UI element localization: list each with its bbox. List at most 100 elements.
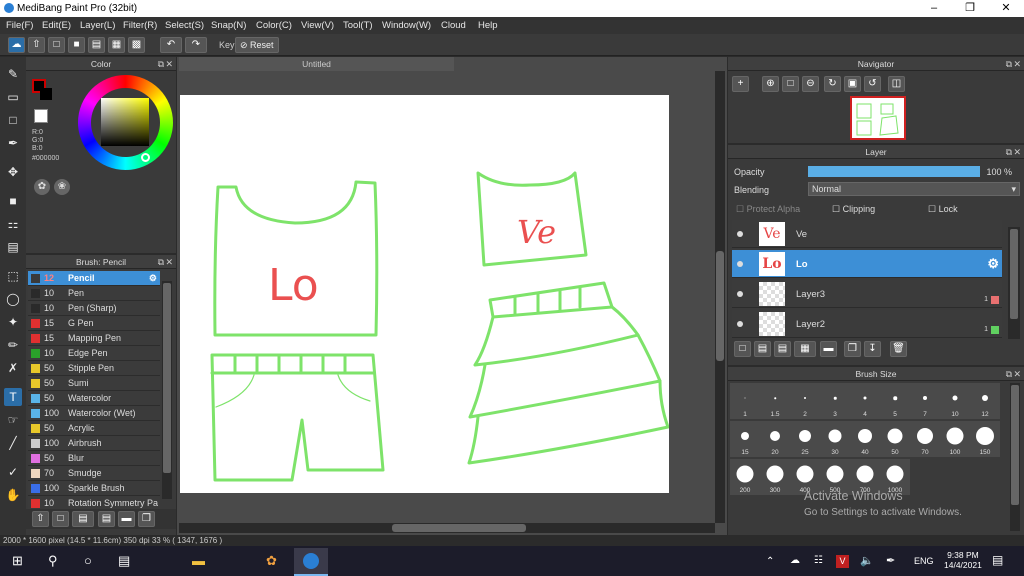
layer-scroll-thumb[interactable] [1010,229,1018,319]
menu-item[interactable]: Tool(T) [343,20,373,31]
fit-icon[interactable]: □ [782,76,799,92]
brush-scrollbar[interactable] [162,281,172,499]
close-panel-icon[interactable]: ✕ [165,57,173,71]
menu-item[interactable]: Color(C) [256,20,292,31]
layer-row[interactable]: Lo Lo ⚙ [732,250,1002,278]
maximize-button[interactable]: ❐ [952,0,988,17]
brush-list-item[interactable]: 10 Pen (Sharp) [28,301,160,316]
zoom-out-icon[interactable]: ⊖ [802,76,819,92]
eyedropper-icon[interactable]: ✓ [4,463,22,481]
brush-size-option[interactable]: 3 [820,383,850,419]
brush-size-option[interactable]: 30 [820,421,850,457]
select-pen-icon[interactable]: ✏ [4,336,22,354]
comment-icon[interactable]: □ [48,37,65,53]
lasso-tool-icon[interactable]: ◯ [4,290,22,308]
brush-size-option[interactable]: 70 [910,421,940,457]
task-view-icon[interactable]: ▤ [118,553,130,569]
clock[interactable]: 9:38 PM 14/4/2021 [944,550,982,570]
redo-button[interactable]: ↷ [185,37,207,53]
document-tab[interactable]: Untitled [179,57,454,71]
flip-h-icon[interactable]: ◫ [888,76,905,92]
brush-list-item[interactable]: 100 Airbrush [28,436,160,451]
menu-item[interactable]: Help [478,20,498,31]
brush-size-option[interactable]: 7 [910,383,940,419]
share-icon[interactable]: ⇧ [28,37,45,53]
brush-size-option[interactable]: 5 [880,383,910,419]
palette-icon[interactable]: ✿ [34,179,50,195]
delete-layer-icon[interactable]: 🗑 [890,341,907,357]
cortana-icon[interactable]: ○ [84,553,92,568]
undock-icon[interactable]: ⧉ [1006,145,1012,159]
gear-icon[interactable]: ⚙ [987,256,999,272]
merge-layer-icon[interactable]: ↧ [864,341,881,357]
canvas-paper[interactable]: Lo Ve [180,95,670,493]
brush-menu-icon[interactable]: ▤ [72,511,94,527]
brush-size-option[interactable]: 12 [970,383,1000,419]
grid-icon[interactable]: ▦ [108,37,125,53]
brush-folder-icon[interactable]: ▬ [118,511,135,527]
close-button[interactable]: ✕ [988,0,1024,17]
folder-layer-icon[interactable]: ▬ [820,341,837,357]
windows-start-icon[interactable]: ⊞ [12,553,23,569]
move-tool-icon[interactable]: ✥ [4,163,22,181]
add-brush-icon[interactable]: ⇧ [32,511,49,527]
opacity-slider[interactable] [808,166,980,177]
undock-icon[interactable]: ⧉ [1006,57,1012,71]
brush-list-item[interactable]: 50 Watercolor [28,391,160,406]
brush-size-option[interactable]: 10 [940,383,970,419]
brush-list-item[interactable]: 15 G Pen [28,316,160,331]
brush-list-item[interactable]: 100 Sparkle Brush [28,481,160,496]
blending-select[interactable]: Normal ▾ [808,182,1020,196]
close-panel-icon[interactable]: ✕ [165,255,173,269]
reset-button[interactable]: ⊘ Reset [235,37,279,53]
brush-size-option[interactable]: 1 [730,383,760,419]
minimize-button[interactable]: – [916,0,952,17]
layer-row[interactable]: Layer3 1 [732,280,1002,308]
menu-item[interactable]: Cloud [441,20,466,31]
hand-tool-icon[interactable]: ✋ [4,486,22,504]
brush-size-option[interactable]: 20 [760,421,790,457]
brush-tool-icon[interactable]: ✎ [4,65,22,83]
divide-tool-icon[interactable]: ╱ [4,434,22,452]
pen-tool-icon[interactable]: ✒ [4,134,22,152]
notifications-icon[interactable]: ▤ [992,553,1003,567]
zoom-in-icon[interactable]: + [732,76,749,92]
language-indicator[interactable]: ENG [914,556,934,566]
tray-chevron-icon[interactable]: ⌃ [766,556,774,567]
brush-size-option[interactable]: 25 [790,421,820,457]
brush-list-item[interactable]: 70 Smudge [28,466,160,481]
menu-item[interactable]: Snap(N) [211,20,246,31]
tray-cloud-icon[interactable]: ☁ [790,555,800,566]
brush-list-item[interactable]: 50 Blur [28,451,160,466]
menu-item[interactable]: Window(W) [382,20,431,31]
rectangle-tool-icon[interactable]: □ [4,111,22,129]
horizontal-scroll-thumb[interactable] [392,524,526,532]
brush-copy-icon[interactable]: ❐ [138,511,155,527]
undock-icon[interactable]: ⧉ [158,57,164,71]
layer-scrollbar[interactable] [1008,227,1020,339]
tiles-icon[interactable]: ▩ [128,37,145,53]
brush-size-option[interactable]: 300 [760,459,790,495]
brush-list-item[interactable]: 50 Stipple Pen [28,361,160,376]
brush-list-item[interactable]: 10 Edge Pen [28,346,160,361]
material-icon[interactable]: ■ [68,37,85,53]
hue-handle[interactable] [141,153,150,162]
undo-button[interactable]: ↶ [160,37,182,53]
visibility-icon[interactable] [737,231,743,237]
close-panel-icon[interactable]: ✕ [1013,145,1021,159]
zoom-in2-icon[interactable]: ⊕ [762,76,779,92]
medibang-taskbar-button[interactable] [294,548,328,576]
select-eraser-icon[interactable]: ✗ [4,359,22,377]
tray-app-icon[interactable]: V [836,555,849,568]
file-explorer-icon[interactable]: ▬ [192,553,205,568]
new-halftone-layer-icon[interactable]: ▤ [754,341,771,357]
layer-row[interactable]: Layer2 1 [732,310,1002,338]
brush-list-item[interactable]: 50 Acrylic [28,421,160,436]
brush-size-option[interactable]: 4 [850,383,880,419]
add-layer-menu-icon[interactable]: ▦ [794,341,816,357]
select-tool-icon[interactable]: ⬚ [4,267,22,285]
eraser-tool-icon[interactable]: ▭ [4,88,22,106]
brush-list-item[interactable]: 15 Mapping Pen [28,331,160,346]
menu-item[interactable]: Layer(L) [80,20,115,31]
flip-icon[interactable]: ▣ [844,76,861,92]
